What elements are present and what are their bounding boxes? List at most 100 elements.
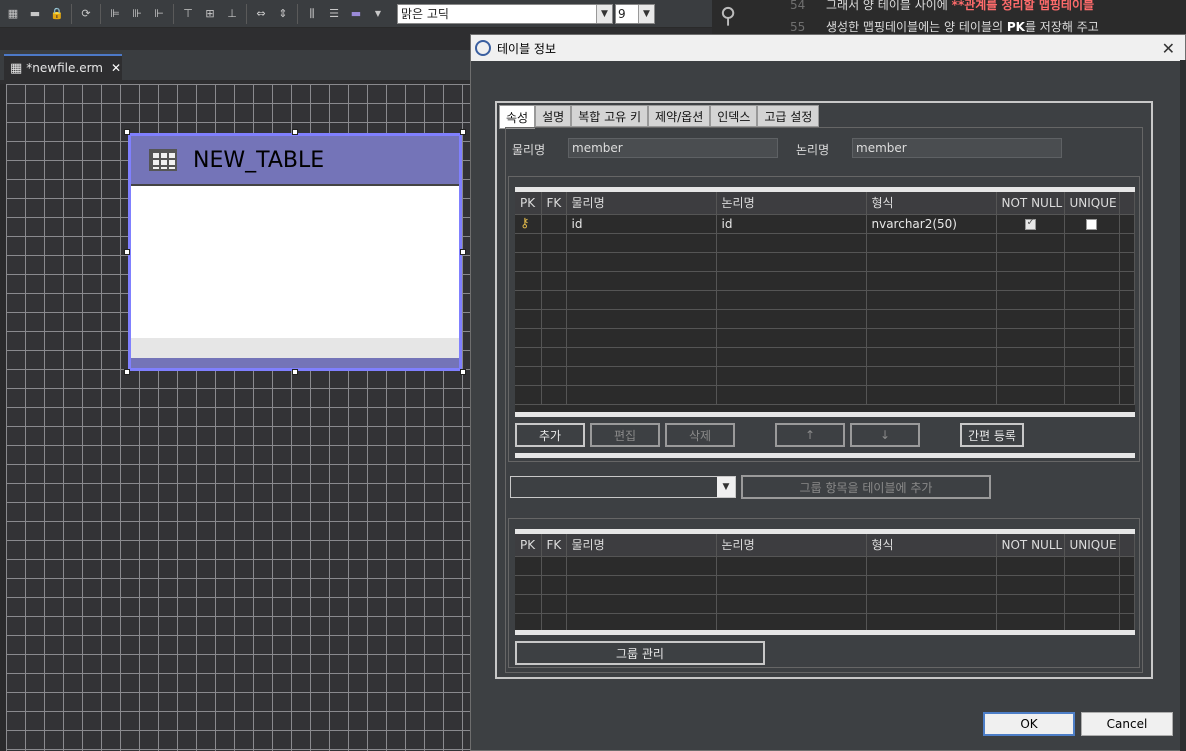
col-header-physical[interactable]: 물리명 (566, 534, 717, 557)
align-left-icon[interactable]: ⊫ (105, 4, 125, 24)
lock-icon[interactable]: 🔒 (47, 4, 67, 24)
distribute-vertical-icon[interactable]: ☰ (324, 4, 344, 24)
empty-table-row[interactable] (515, 271, 1135, 291)
col-header-unique[interactable]: UNIQUE (1064, 534, 1120, 557)
col-header-physical[interactable]: 물리명 (566, 192, 717, 215)
logical-name-input[interactable]: member (852, 138, 1062, 158)
col-header-fk[interactable]: FK (541, 192, 567, 215)
font-name-select[interactable]: 맑은 고딕 ▼ (397, 3, 613, 24)
col-header-fk[interactable]: FK (541, 534, 567, 557)
close-icon[interactable]: ✕ (1162, 39, 1175, 58)
columns-grid[interactable]: PK FK 물리명 논리명 형식 NOT NULL UNIQUE ⚷ id id… (515, 187, 1135, 417)
empty-table-row[interactable] (515, 556, 1135, 576)
align-bottom-icon[interactable]: ⊥ (222, 4, 242, 24)
close-icon[interactable]: ✕ (111, 61, 121, 75)
delete-button[interactable]: 삭제 (665, 423, 735, 447)
add-button[interactable]: 추가 (515, 423, 585, 447)
col-header-pk[interactable]: PK (515, 192, 542, 215)
toolbar-separator (71, 3, 72, 24)
logical-cell: id (716, 214, 867, 234)
table-grid-icon[interactable]: ▦ (3, 4, 23, 24)
physical-cell: id (566, 214, 717, 234)
editor-tabbar: ▦ *newfile.erm ✕ (0, 50, 470, 80)
chevron-down-icon[interactable]: ▼ (717, 477, 735, 497)
align-right-icon[interactable]: ⊩ (149, 4, 169, 24)
empty-table-row[interactable] (515, 290, 1135, 310)
empty-table-row[interactable] (515, 366, 1135, 386)
group-columns-group: PK FK 물리명 논리명 형식 NOT NULL UNIQUE 그룹 관리 (508, 518, 1140, 668)
cancel-button[interactable]: Cancel (1081, 712, 1173, 736)
move-up-button[interactable]: ↑ (775, 423, 845, 447)
col-header-type[interactable]: 형식 (866, 192, 997, 215)
resize-handle[interactable] (460, 369, 466, 375)
add-group-to-table-button[interactable]: 그룹 항목을 테이블에 추가 (741, 475, 991, 499)
resize-handle[interactable] (124, 369, 130, 375)
resize-handle[interactable] (124, 129, 130, 135)
col-header-unique[interactable]: UNIQUE (1064, 192, 1120, 215)
color-dropdown-icon[interactable]: ▼ (368, 4, 388, 24)
color-icon[interactable]: ▬ (346, 4, 366, 24)
tab-description[interactable]: 설명 (535, 105, 572, 127)
group-manage-button[interactable]: 그룹 관리 (515, 641, 765, 665)
tab-advanced[interactable]: 고급 설정 (757, 105, 820, 127)
col-header-type[interactable]: 형식 (866, 534, 997, 557)
editor-tab-newfile[interactable]: ▦ *newfile.erm ✕ (4, 54, 122, 80)
resize-handle[interactable] (460, 129, 466, 135)
align-top-icon[interactable]: ⊤ (178, 4, 198, 24)
move-down-button[interactable]: ↓ (850, 423, 920, 447)
same-height-icon[interactable]: ⇕ (273, 4, 293, 24)
font-size-select[interactable]: 9 ▼ (615, 3, 655, 24)
tab-constraints-options[interactable]: 제약/옵션 (648, 105, 711, 127)
same-width-icon[interactable]: ⇔ (251, 4, 271, 24)
col-header-pk[interactable]: PK (515, 534, 542, 557)
resize-handle[interactable] (124, 249, 130, 255)
align-center-icon[interactable]: ⊪ (127, 4, 147, 24)
main-toolbar: ▦ ▬ 🔒 ⟳ ⊫ ⊪ ⊩ ⊤ ⊞ ⊥ ⇔ ⇕ ⫼ ☰ ▬ ▼ 맑은 고딕 ▼ … (0, 0, 712, 28)
unique-checkbox[interactable] (1086, 218, 1097, 230)
group-columns-table: PK FK 물리명 논리명 형식 NOT NULL UNIQUE (515, 534, 1135, 630)
empty-table-row[interactable] (515, 613, 1135, 630)
table-row[interactable]: ⚷ id id nvarchar2(50) (515, 214, 1135, 234)
edit-button[interactable]: 편집 (590, 423, 660, 447)
empty-table-row[interactable] (515, 347, 1135, 367)
empty-table-row[interactable] (515, 252, 1135, 272)
empty-table-row[interactable] (515, 385, 1135, 405)
resize-handle[interactable] (292, 369, 298, 375)
search-icon[interactable]: ⚲ (720, 4, 752, 34)
code-bold: PK (1006, 20, 1025, 34)
group-columns-grid[interactable]: PK FK 물리명 논리명 형식 NOT NULL UNIQUE (515, 529, 1135, 635)
tab-composite-unique-key[interactable]: 복합 고유 키 (571, 105, 649, 127)
tab-index[interactable]: 인덱스 (710, 105, 758, 127)
chevron-down-icon[interactable]: ▼ (596, 4, 612, 23)
col-header-logical[interactable]: 논리명 (716, 534, 867, 557)
refresh-icon[interactable]: ⟳ (76, 4, 96, 24)
empty-table-row[interactable] (515, 328, 1135, 348)
distribute-horizontal-icon[interactable]: ⫼ (302, 4, 322, 24)
table-node-header: NEW_TABLE (131, 136, 459, 186)
empty-table-row[interactable] (515, 594, 1135, 614)
chevron-down-icon[interactable]: ▼ (638, 4, 654, 23)
window-edge (1180, 60, 1186, 751)
physical-name-input[interactable]: member (568, 138, 778, 158)
ok-button[interactable]: OK (983, 712, 1075, 736)
empty-table-row[interactable] (515, 233, 1135, 253)
quick-register-button[interactable]: 간편 등록 (960, 423, 1024, 447)
table-node[interactable]: NEW_TABLE (128, 133, 462, 371)
empty-table-row[interactable] (515, 309, 1135, 329)
code-highlight: **관계를 정리할 맵핑테이블 (951, 0, 1095, 12)
line-number: 54 (790, 0, 806, 12)
empty-table-row[interactable] (515, 575, 1135, 595)
col-header-not-null[interactable]: NOT NULL (996, 192, 1065, 215)
code-text: 그래서 양 테이블 사이에 (826, 0, 952, 12)
tab-attributes[interactable]: 속성 (499, 105, 536, 129)
resize-handle[interactable] (292, 129, 298, 135)
col-header-not-null[interactable]: NOT NULL (996, 534, 1065, 557)
resize-handle[interactable] (460, 249, 466, 255)
col-header-logical[interactable]: 논리명 (716, 192, 867, 215)
logical-name-label: 논리명 (796, 143, 830, 157)
dialog-titlebar[interactable]: 테이블 정보 ✕ (471, 35, 1185, 61)
group-combo[interactable]: ▼ (510, 476, 736, 498)
line-icon[interactable]: ▬ (25, 4, 45, 24)
align-middle-icon[interactable]: ⊞ (200, 4, 220, 24)
not-null-checkbox[interactable] (1024, 217, 1036, 230)
